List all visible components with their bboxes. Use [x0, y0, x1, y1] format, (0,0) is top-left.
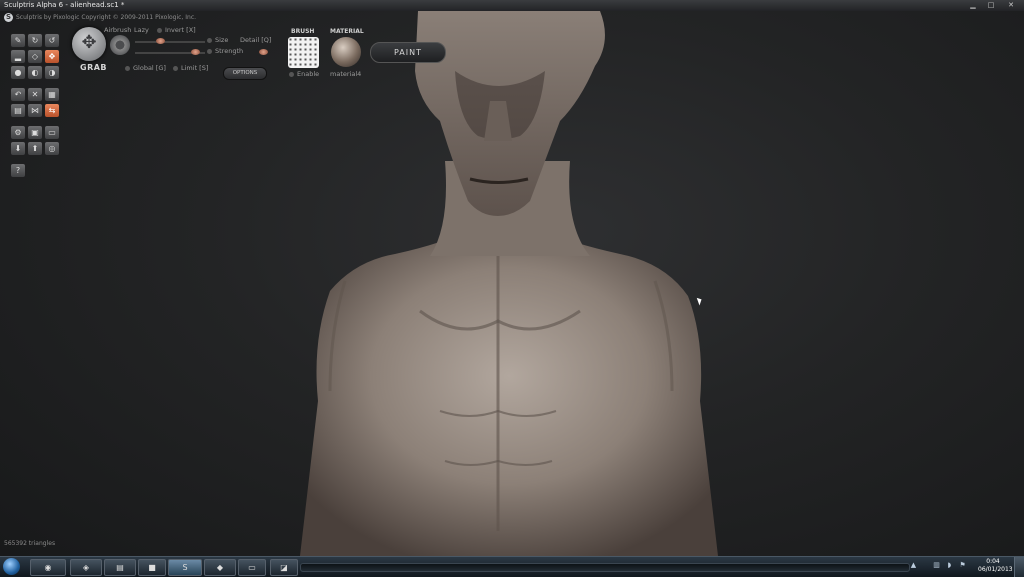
app-credit-text: Sculptris by Pixologic Copyright © 2009-… — [16, 14, 197, 21]
size-slider-knob[interactable] — [156, 38, 165, 44]
crease-tool-icon[interactable]: ↻ — [27, 33, 43, 48]
size-checkbox[interactable] — [207, 37, 212, 43]
clock-date: 06/01/2013 — [978, 566, 1013, 573]
sculpt-model[interactable] — [0, 11, 1024, 556]
lazy-toggle[interactable]: Lazy — [134, 26, 149, 34]
inflate-tool-icon[interactable]: ● — [10, 65, 26, 80]
smooth-tool-icon[interactable]: ◐ — [27, 65, 43, 80]
lazy-label: Lazy — [134, 26, 149, 34]
material-sphere[interactable] — [331, 37, 361, 67]
scale-tool-icon[interactable]: ◑ — [44, 65, 60, 80]
clock-time: 0:04 — [986, 558, 1000, 565]
taskbar-monitor-icon[interactable]: ▭ — [238, 559, 266, 576]
open-icon[interactable]: ▭ — [44, 125, 60, 140]
detail-label: Detail [Q] — [240, 36, 272, 44]
limit-checkbox[interactable] — [173, 65, 178, 71]
minimize-button[interactable]: ▁ — [966, 1, 980, 10]
grab-tool-icon[interactable]: ✥ — [44, 49, 60, 64]
taskbar-empty-bar — [300, 563, 910, 572]
app-credit: S Sculptris by Pixologic Copyright © 2009… — [4, 13, 196, 22]
grab-label: GRAB — [80, 63, 108, 72]
strength-checkbox[interactable] — [207, 48, 212, 54]
invert-toggle[interactable]: Invert [X] — [157, 26, 196, 34]
taskbar-ie-icon[interactable]: ◉ — [30, 559, 66, 576]
brush-label: BRUSH — [291, 28, 315, 35]
brush-size-dial[interactable] — [110, 35, 130, 55]
tray-arrow-icon[interactable]: ▲ — [909, 561, 918, 570]
strength-label: Strength — [215, 47, 244, 55]
tray-flag-icon[interactable]: ⚑ — [958, 561, 967, 570]
paint-button[interactable]: PAINT — [370, 42, 446, 63]
system-clock[interactable]: 0:04 06/01/2013 — [978, 558, 1013, 574]
limit-label: Limit [S] — [181, 64, 209, 72]
invert-label: Invert [X] — [165, 26, 196, 34]
detail-slider-knob[interactable] — [259, 49, 268, 55]
save-icon[interactable]: ▣ — [27, 125, 43, 140]
tray-network-icon[interactable]: ▥ — [932, 561, 941, 570]
export-icon[interactable]: ⬆ — [27, 141, 43, 156]
swap-icon[interactable]: ⇆ — [44, 103, 60, 118]
window-title: Sculptris Alpha 6 - alienhead.sc1 * — [4, 1, 125, 9]
taskbar-tool-icon[interactable]: ◪ — [270, 559, 298, 576]
enable-checkbox[interactable] — [289, 71, 294, 77]
taskbar-app-icon[interactable]: ◆ — [204, 559, 236, 576]
global-option[interactable]: Global [G] — [125, 64, 166, 72]
size-label: Size — [215, 36, 229, 44]
flatten-tool-icon[interactable]: ▂ — [10, 49, 26, 64]
strength-slider-knob[interactable] — [191, 49, 200, 55]
triangle-count: 565392 triangles — [4, 540, 56, 547]
material-label: MATERIAL — [330, 28, 364, 35]
symmetry-icon[interactable]: ✕ — [27, 87, 43, 102]
wireframe-icon[interactable]: ▤ — [10, 103, 26, 118]
invert-checkbox[interactable] — [157, 27, 162, 33]
close-button[interactable]: ✕ — [1004, 1, 1018, 10]
undo-icon[interactable]: ↶ — [10, 87, 26, 102]
mirror-icon[interactable]: ⋈ — [27, 103, 43, 118]
taskbar-media-icon[interactable]: ◈ — [70, 559, 102, 576]
enable-label: Enable — [297, 70, 320, 78]
taskbar-sculptris-icon[interactable]: S — [168, 559, 202, 576]
maximize-button[interactable]: □ — [984, 1, 998, 10]
limit-option[interactable]: Limit [S] — [173, 64, 208, 72]
rotate-tool-icon[interactable]: ↺ — [44, 33, 60, 48]
taskbar-explorer-icon[interactable]: ▤ — [104, 559, 136, 576]
help-icon[interactable]: ? — [10, 163, 26, 178]
strength-option[interactable]: Strength — [207, 47, 243, 55]
import-icon[interactable]: ⬇ — [10, 141, 26, 156]
brush-enable-toggle[interactable]: Enable — [289, 70, 319, 78]
camera-icon[interactable]: ◎ — [44, 141, 60, 156]
show-desktop-button[interactable] — [1014, 557, 1024, 577]
grab-brush-button[interactable]: ✥ — [72, 27, 106, 61]
start-button[interactable] — [3, 558, 20, 575]
tray-speaker-icon[interactable]: ◗ — [945, 561, 954, 570]
detail-option[interactable]: Detail [Q] — [240, 36, 271, 44]
viewport[interactable]: S Sculptris by Pixologic Copyright © 2009… — [0, 11, 1024, 556]
global-checkbox[interactable] — [125, 65, 130, 71]
size-slider[interactable] — [135, 41, 205, 43]
taskbar: ◉ ◈ ▤ ■ S ◆ ▭ ◪ ▲ ▥ ◗ ⚑ 0:04 06/01/2013 — [0, 556, 1024, 577]
pinch-tool-icon[interactable]: ◇ — [27, 49, 43, 64]
settings-icon[interactable]: ⚙ — [10, 125, 26, 140]
taskbar-terminal-icon[interactable]: ■ — [138, 559, 166, 576]
sculptris-logo-icon: S — [4, 13, 13, 22]
size-option[interactable]: Size — [207, 36, 228, 44]
airbrush-label: Airbrush — [104, 26, 132, 34]
airbrush-toggle[interactable]: Airbrush — [104, 26, 131, 34]
brush-texture-swatch[interactable] — [288, 37, 319, 68]
draw-tool-icon[interactable]: ✎ — [10, 33, 26, 48]
options-button[interactable]: OPTIONS — [223, 67, 267, 80]
title-bar: Sculptris Alpha 6 - alienhead.sc1 * ▁ □ … — [0, 0, 1024, 11]
global-label: Global [G] — [133, 64, 166, 72]
grid-icon[interactable]: ▦ — [44, 87, 60, 102]
material-name: material4 — [330, 70, 362, 78]
move-arrows-icon: ✥ — [81, 32, 97, 53]
